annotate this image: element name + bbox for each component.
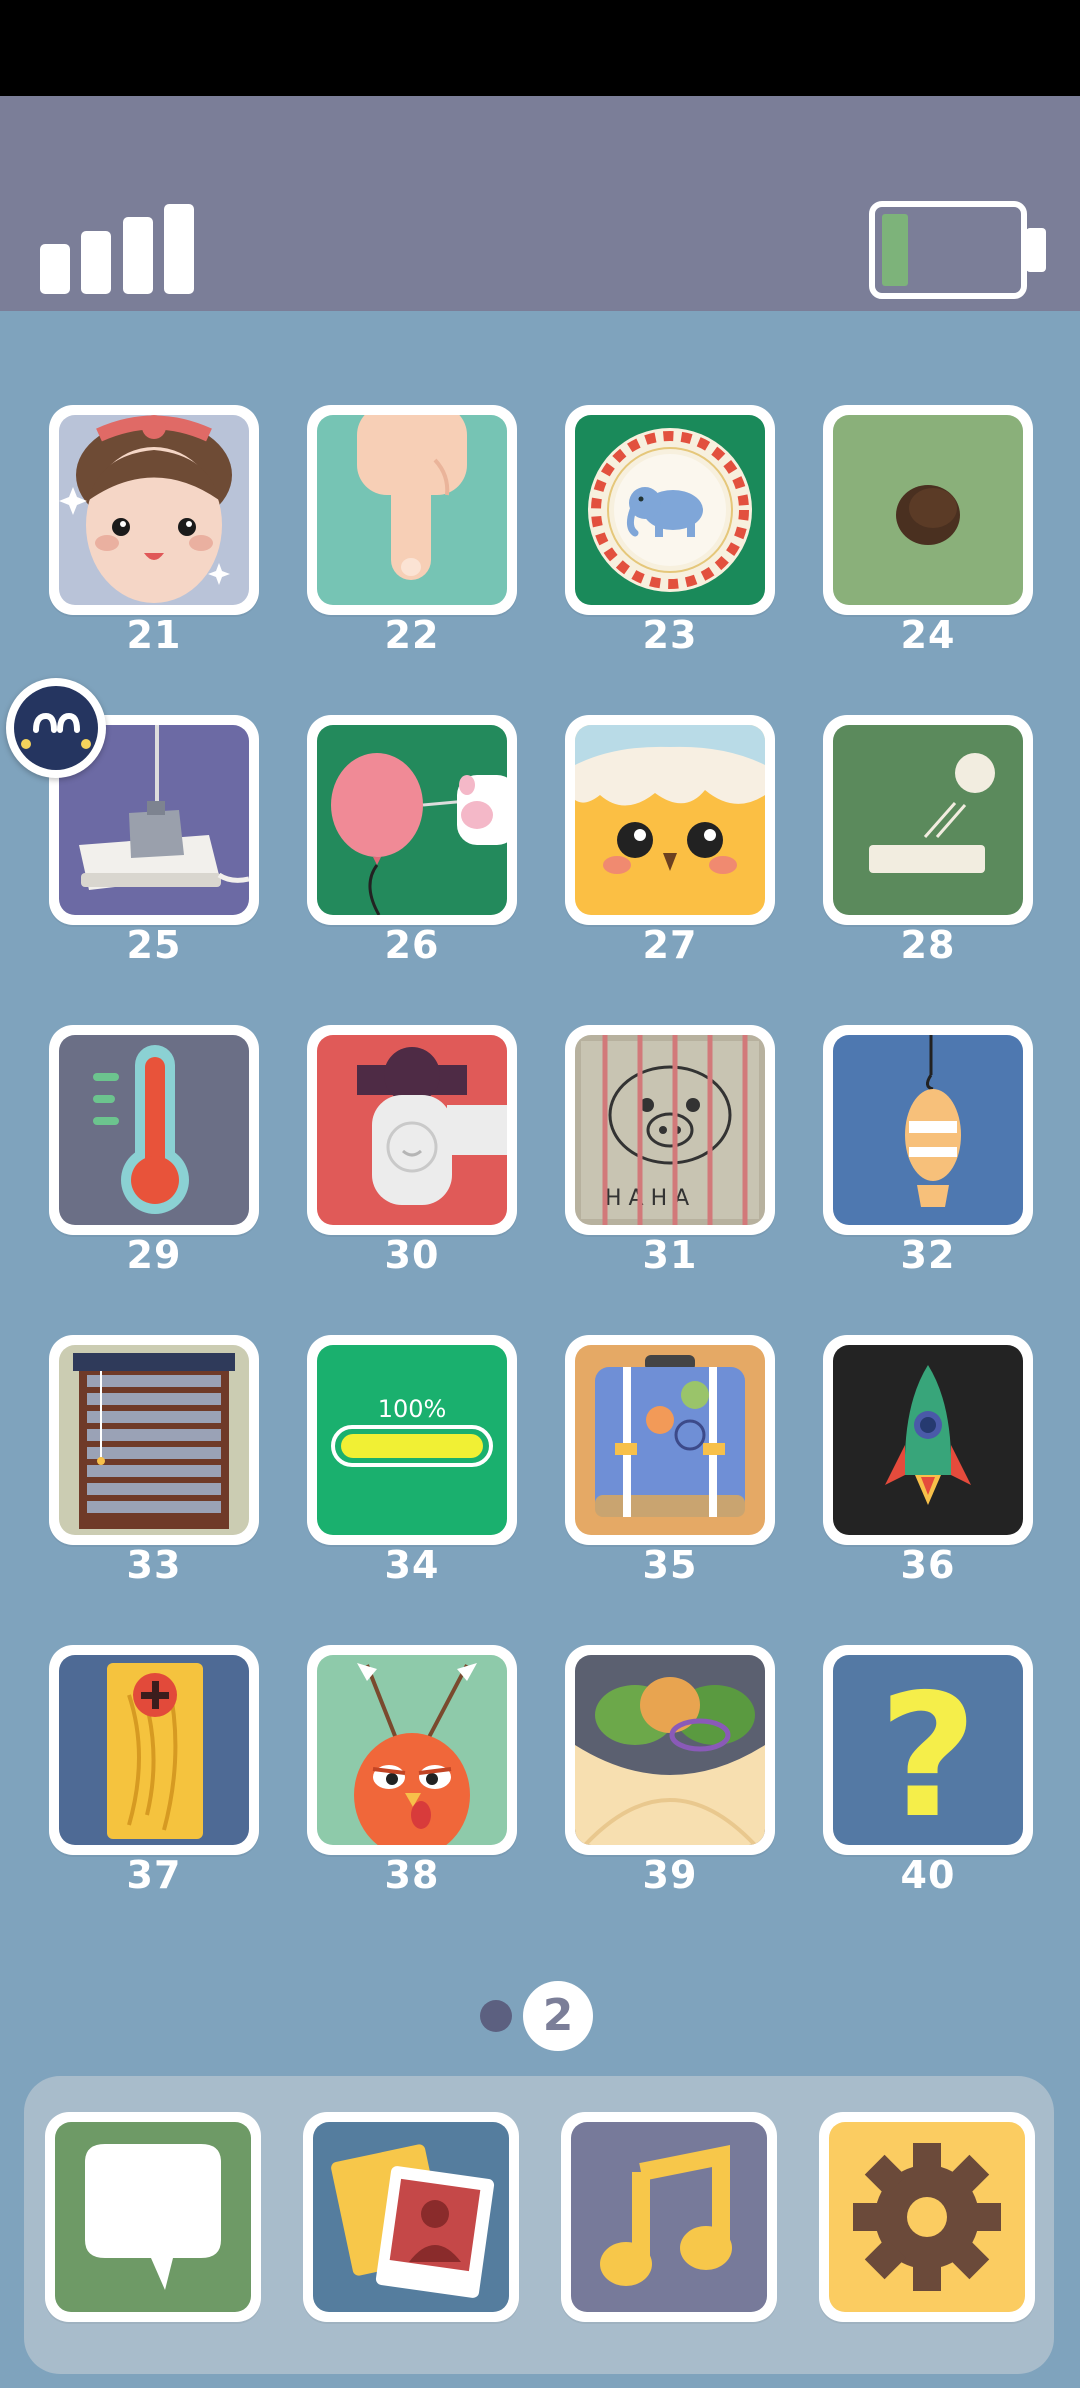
level-28-button[interactable]: 28 <box>823 715 1033 975</box>
level-21-button[interactable]: 21 <box>49 405 259 665</box>
wooden-board-icon <box>59 1655 249 1845</box>
level-number: 31 <box>642 1233 698 1277</box>
level-number: 33 <box>126 1543 182 1587</box>
suitcase-icon <box>575 1345 765 1535</box>
level-40-button[interactable]: ? 40 <box>823 1645 1033 1905</box>
window-blinds-icon <box>59 1345 249 1535</box>
level-tile <box>565 405 775 615</box>
level-number: 25 <box>126 923 182 967</box>
level-number: 32 <box>900 1233 956 1277</box>
chick-egg-icon <box>575 725 765 915</box>
svg-text:?: ? <box>879 1658 978 1845</box>
level-number: 34 <box>384 1543 440 1587</box>
level-number: 38 <box>384 1853 440 1897</box>
level-36-button[interactable]: 36 <box>823 1335 1033 1595</box>
page-dot-current[interactable]: 2 <box>523 1981 593 2051</box>
level-tile <box>565 1645 775 1855</box>
level-34-button[interactable]: 100% 34 <box>307 1335 517 1595</box>
app-tile <box>819 2112 1035 2322</box>
thermometer-icon <box>59 1035 249 1225</box>
level-tile <box>823 405 1033 615</box>
level-31-button[interactable]: H A H A 31 <box>565 1025 775 1285</box>
level-number: 37 <box>126 1853 182 1897</box>
level-tile <box>307 715 517 925</box>
music-note-icon <box>571 2122 767 2312</box>
level-number: 36 <box>900 1543 956 1587</box>
ball-launcher-icon <box>833 725 1023 915</box>
level-tile <box>823 715 1033 925</box>
faucet-icon <box>317 1035 507 1225</box>
settings-gear-icon <box>829 2122 1025 2312</box>
question-mark-icon: ? <box>833 1655 1023 1845</box>
level-number: 35 <box>642 1543 698 1587</box>
music-note-app-button[interactable] <box>561 2112 777 2322</box>
pointing-finger-icon <box>317 415 507 605</box>
level-tile: 100% <box>307 1335 517 1545</box>
level-number: 40 <box>900 1853 956 1897</box>
level-22-button[interactable]: 22 <box>307 405 517 665</box>
level-grid: 21 22 23 24 25 26 27 28 29 30 H A H A 31… <box>0 0 1080 1900</box>
rocket-icon <box>833 1345 1023 1535</box>
level-tile <box>307 1645 517 1855</box>
level-number: 24 <box>900 613 956 657</box>
photos-app-button[interactable] <box>303 2112 519 2322</box>
level-37-button[interactable]: 37 <box>49 1645 259 1905</box>
level-tile <box>823 1335 1033 1545</box>
level-29-button[interactable]: 29 <box>49 1025 259 1285</box>
burrito-icon <box>575 1655 765 1845</box>
level-number: 39 <box>642 1853 698 1897</box>
fish-hook-icon <box>833 1035 1023 1225</box>
hint-face-icon <box>14 686 98 770</box>
level-35-button[interactable]: 35 <box>565 1335 775 1595</box>
page-dot-1[interactable] <box>480 2000 512 2032</box>
photos-icon <box>313 2122 509 2312</box>
level-tile <box>565 715 775 925</box>
app-tile <box>303 2112 519 2322</box>
level-number: 21 <box>126 613 182 657</box>
level-24-button[interactable]: 24 <box>823 405 1033 665</box>
level-number: 27 <box>642 923 698 967</box>
app-tile <box>561 2112 777 2322</box>
level-tile <box>49 1335 259 1545</box>
level-tile: H A H A <box>565 1025 775 1235</box>
level-tile <box>307 1025 517 1235</box>
turkey-arrows-icon <box>317 1655 507 1845</box>
girl-face-icon <box>59 415 249 605</box>
pig-drawing-icon: H A H A <box>575 1035 765 1225</box>
level-33-button[interactable]: 33 <box>49 1335 259 1595</box>
level-number: 26 <box>384 923 440 967</box>
level-tile <box>49 405 259 615</box>
level-number: 29 <box>126 1233 182 1277</box>
chat-bubble-app-button[interactable] <box>45 2112 261 2322</box>
settings-gear-app-button[interactable] <box>819 2112 1035 2322</box>
level-number: 28 <box>900 923 956 967</box>
level-number: 30 <box>384 1233 440 1277</box>
level-tile: ? <box>823 1645 1033 1855</box>
level-27-button[interactable]: 27 <box>565 715 775 975</box>
level-tile <box>49 1645 259 1855</box>
level-38-button[interactable]: 38 <box>307 1645 517 1905</box>
level-number: 22 <box>384 613 440 657</box>
level-tile <box>307 405 517 615</box>
level-30-button[interactable]: 30 <box>307 1025 517 1285</box>
level-number: 23 <box>642 613 698 657</box>
balloon-needle-icon <box>317 725 507 915</box>
app-tile <box>45 2112 261 2322</box>
battery-full-icon: 100% <box>317 1345 507 1535</box>
chat-bubble-icon <box>55 2122 251 2312</box>
hint-button[interactable] <box>6 678 106 778</box>
level-26-button[interactable]: 26 <box>307 715 517 975</box>
level-label: 100% <box>378 1395 447 1423</box>
level-tile <box>565 1335 775 1545</box>
level-tile <box>49 1025 259 1235</box>
elephant-plate-icon <box>575 415 765 605</box>
level-tile <box>823 1025 1033 1235</box>
hole-icon <box>833 415 1023 605</box>
level-23-button[interactable]: 23 <box>565 405 775 665</box>
level-32-button[interactable]: 32 <box>823 1025 1033 1285</box>
level-39-button[interactable]: 39 <box>565 1645 775 1905</box>
